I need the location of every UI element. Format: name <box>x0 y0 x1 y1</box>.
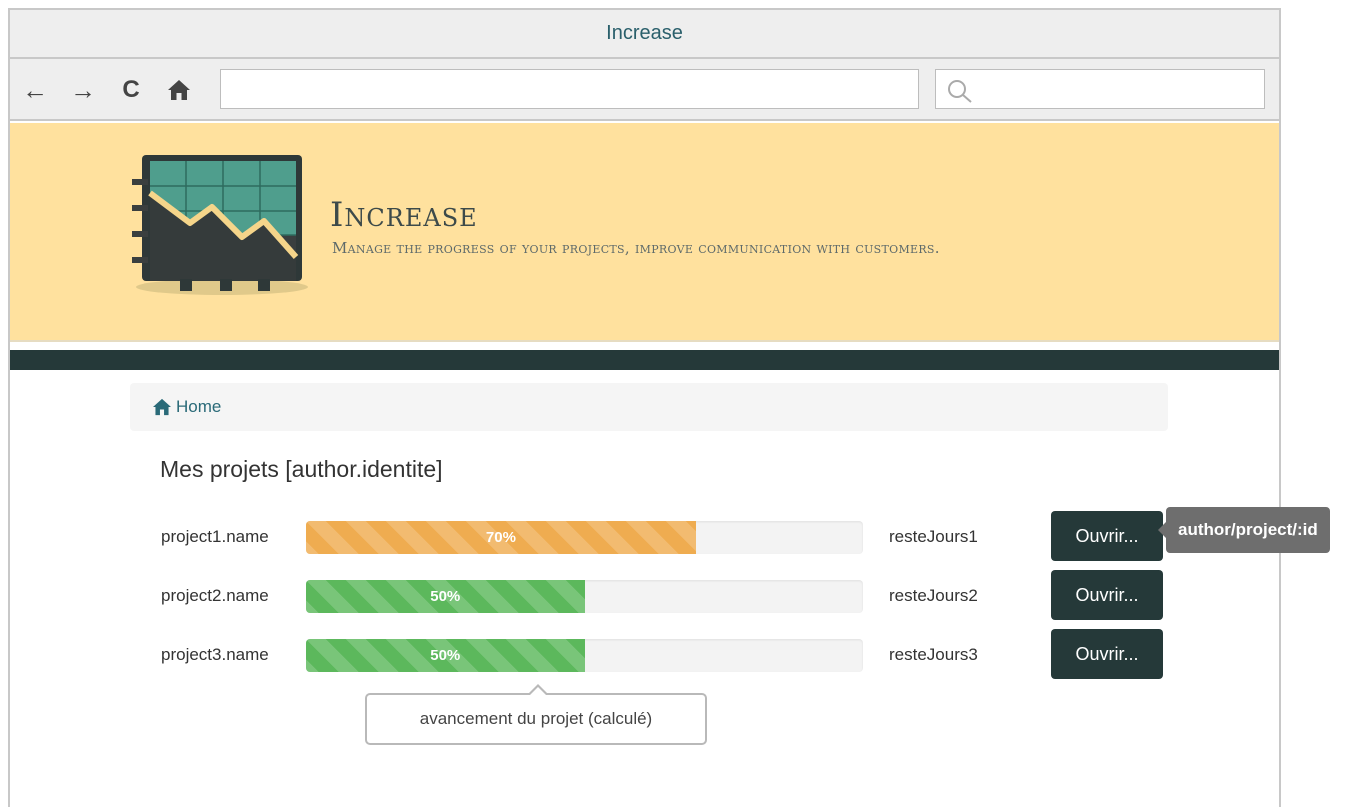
progress-note-text: avancement du projet (calculé) <box>419 709 653 728</box>
arrow-right-icon[interactable]: → <box>68 75 98 105</box>
breadcrumb-home-label: Home <box>176 397 222 416</box>
browser-window: Increase ← → C Increase Manage the progr… <box>8 8 1281 807</box>
chart-logo-icon <box>130 149 315 304</box>
project-row: project3.name 50% resteJours3 Ouvrir... <box>10 629 1279 679</box>
project-row: project1.name 70% resteJours1 Ouvrir... <box>10 511 1279 561</box>
window-title: Increase <box>606 22 683 44</box>
remaining-days: resteJours1 <box>889 527 978 546</box>
breadcrumb: Home <box>130 383 1168 431</box>
open-project-button[interactable]: Ouvrir... <box>1051 629 1163 679</box>
progress-label: 50% <box>430 588 461 605</box>
project-name: project1.name <box>161 527 269 546</box>
page-title: Mes projets [author.identite] <box>160 456 443 482</box>
project-progress-bar: 50% <box>306 639 863 672</box>
brand-title: Increase <box>330 195 478 235</box>
project-row: project2.name 50% resteJours2 Ouvrir... <box>10 570 1279 620</box>
project-progress-bar: 50% <box>306 580 863 613</box>
progress-fill: 70% <box>306 521 696 554</box>
progress-fill: 50% <box>306 580 585 613</box>
browser-toolbar: ← → C <box>10 59 1279 121</box>
progress-label: 50% <box>430 647 461 664</box>
brand-subtitle: Manage the progress of your projects, im… <box>332 239 940 257</box>
progress-label: 70% <box>485 529 516 546</box>
url-input[interactable] <box>220 69 919 109</box>
nav-divider-bar <box>10 350 1279 370</box>
site-banner: Increase Manage the progress of your pro… <box>10 123 1279 342</box>
open-route-text: author/project/:id <box>1178 520 1318 539</box>
remaining-days: resteJours2 <box>889 586 978 605</box>
remaining-days: resteJours3 <box>889 645 978 664</box>
project-progress-bar: 70% <box>306 521 863 554</box>
home-icon[interactable] <box>164 75 194 105</box>
project-name: project3.name <box>161 645 269 664</box>
arrow-left-icon[interactable]: ← <box>20 75 50 105</box>
breadcrumb-home-link[interactable]: Home <box>152 397 221 417</box>
open-project-button[interactable]: Ouvrir... <box>1051 570 1163 620</box>
home-icon <box>153 398 171 416</box>
search-input[interactable] <box>935 69 1265 109</box>
window-titlebar: Increase <box>10 10 1279 59</box>
open-route-tooltip: author/project/:id <box>1158 507 1330 553</box>
progress-note-callout: avancement du projet (calculé) <box>365 684 707 745</box>
open-project-button[interactable]: Ouvrir... <box>1051 511 1163 561</box>
search-icon <box>948 80 972 103</box>
project-name: project2.name <box>161 586 269 605</box>
progress-fill: 50% <box>306 639 585 672</box>
reload-icon[interactable]: C <box>116 75 146 105</box>
